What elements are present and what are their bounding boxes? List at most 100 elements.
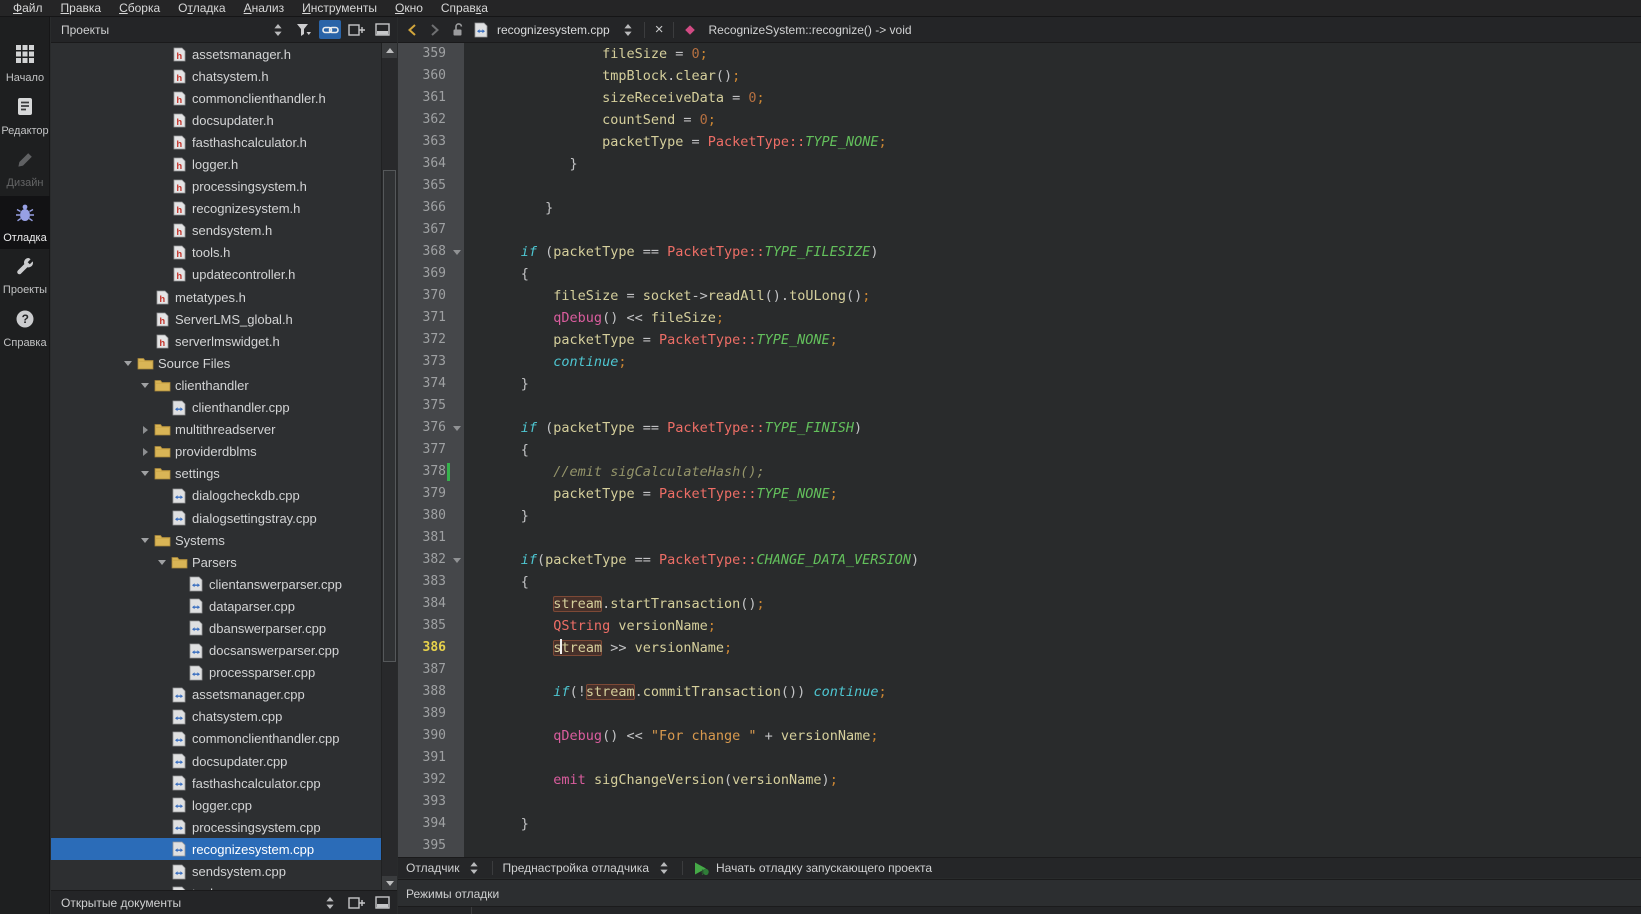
code-line[interactable]: 383{	[398, 571, 1641, 593]
code-line[interactable]: 382if(packetType == PacketType::CHANGE_D…	[398, 549, 1641, 571]
tree-item[interactable]: commonclienthandler.cpp	[51, 728, 382, 750]
code-line[interactable]: 384stream.startTransaction();	[398, 593, 1641, 615]
menu-item[interactable]: Инструменты	[293, 1, 386, 15]
menu-item[interactable]: Окно	[386, 1, 432, 15]
mode-item-wrench[interactable]: Проекты	[0, 249, 50, 302]
expand-down-icon[interactable]	[137, 383, 153, 388]
code-line[interactable]: 375	[398, 395, 1641, 417]
mode-item-help[interactable]: ?Справка	[0, 302, 50, 355]
code-line[interactable]: 392emit sigChangeVersion(versionName);	[398, 769, 1641, 791]
code-line[interactable]: 361sizeReceiveData = 0;	[398, 87, 1641, 109]
tree-item[interactable]: hlogger.h	[51, 153, 382, 175]
tree-item[interactable]: settings	[51, 463, 382, 485]
code-line[interactable]: 390qDebug() << "For change " + versionNa…	[398, 725, 1641, 747]
code-line[interactable]: 376if (packetType == PacketType::TYPE_FI…	[398, 417, 1641, 439]
tree-item[interactable]: fasthashcalculator.cpp	[51, 772, 382, 794]
tree-item[interactable]: hchatsystem.h	[51, 65, 382, 87]
tree-item[interactable]: dbanswerparser.cpp	[51, 617, 382, 639]
filter-icon[interactable]	[293, 20, 315, 39]
code-line[interactable]: 378//emit sigCalculateHash();	[398, 461, 1641, 483]
menu-item[interactable]: Справка	[432, 1, 497, 15]
tree-item[interactable]: chatsystem.cpp	[51, 706, 382, 728]
code-line[interactable]: 369{	[398, 263, 1641, 285]
tree-item[interactable]: hfasthashcalculator.h	[51, 131, 382, 153]
tree-item[interactable]: hServerLMS_global.h	[51, 308, 382, 330]
forward-icon[interactable]	[426, 21, 444, 39]
tree-item[interactable]: Systems	[51, 529, 382, 551]
code-line[interactable]: 381	[398, 527, 1641, 549]
scroll-down-icon[interactable]	[382, 876, 397, 891]
mode-item-pencil[interactable]: Дизайн	[0, 143, 50, 196]
collapse-icon[interactable]	[371, 893, 393, 912]
code-line[interactable]: 362countSend = 0;	[398, 109, 1641, 131]
menu-item[interactable]: Файл	[4, 1, 52, 15]
debugger-selector[interactable]: Отладчик	[406, 861, 459, 875]
tree-item[interactable]: htools.h	[51, 242, 382, 264]
code-line[interactable]: 374}	[398, 373, 1641, 395]
tree-item[interactable]: processparser.cpp	[51, 662, 382, 684]
tree-item[interactable]: dialogsettingstray.cpp	[51, 507, 382, 529]
tree-item[interactable]: hsendsystem.h	[51, 220, 382, 242]
tree-item[interactable]: sendsystem.cpp	[51, 860, 382, 882]
mode-item-grid[interactable]: Начало	[0, 37, 50, 90]
code-line[interactable]: 359fileSize = 0;	[398, 43, 1641, 65]
expand-down-icon[interactable]	[137, 538, 153, 543]
mode-item-bug[interactable]: Отладка	[0, 196, 50, 249]
tree-item[interactable]: clientanswerparser.cpp	[51, 573, 382, 595]
expand-down-icon[interactable]	[120, 361, 136, 366]
tree-item[interactable]: dataparser.cpp	[51, 595, 382, 617]
expand-right-icon[interactable]	[137, 448, 153, 456]
sort-icon[interactable]	[655, 859, 673, 877]
symbol-selector[interactable]: RecognizeSystem::recognize() -> void	[708, 23, 911, 37]
code-line[interactable]: 371qDebug() << fileSize;	[398, 307, 1641, 329]
code-line[interactable]: 380}	[398, 505, 1641, 527]
code-line[interactable]: 387	[398, 659, 1641, 681]
code-line[interactable]: 370fileSize = socket->readAll().toULong(…	[398, 285, 1641, 307]
tree-item[interactable]: hprocessingsystem.h	[51, 176, 382, 198]
tree-item[interactable]: hrecognizesystem.h	[51, 198, 382, 220]
code-line[interactable]: 372packetType = PacketType::TYPE_NONE;	[398, 329, 1641, 351]
tree-item[interactable]: dialogcheckdb.cpp	[51, 485, 382, 507]
code-line[interactable]: 386stream >> versionName;	[398, 637, 1641, 659]
tree-item[interactable]: hcommonclienthandler.h	[51, 87, 382, 109]
code-line[interactable]: 368if (packetType == PacketType::TYPE_FI…	[398, 241, 1641, 263]
code-line[interactable]: 385QString versionName;	[398, 615, 1641, 637]
tree-scrollbar[interactable]	[381, 43, 397, 891]
code-line[interactable]: 389	[398, 703, 1641, 725]
tree-item[interactable]: logger.cpp	[51, 794, 382, 816]
menu-item[interactable]: Правка	[52, 1, 111, 15]
link-icon[interactable]	[319, 20, 341, 39]
tree-item[interactable]: hserverlmswidget.h	[51, 330, 382, 352]
expand-down-icon[interactable]	[154, 560, 170, 565]
code-line[interactable]: 394}	[398, 813, 1641, 835]
code-line[interactable]: 373continue;	[398, 351, 1641, 373]
code-editor[interactable]: 359fileSize = 0;360tmpBlock.clear();361s…	[398, 43, 1641, 857]
split-add-icon[interactable]	[345, 893, 367, 912]
tree-item[interactable]: Source Files	[51, 352, 382, 374]
start-debug-button[interactable]: Начать отладку запускающего проекта	[716, 861, 932, 875]
code-line[interactable]: 366}	[398, 197, 1641, 219]
tree-item[interactable]: hassetsmanager.h	[51, 43, 382, 65]
tree-item[interactable]: clienthandler	[51, 374, 382, 396]
tree-item[interactable]: recognizesystem.cpp	[51, 838, 382, 860]
tree-item[interactable]: hupdatecontroller.h	[51, 264, 382, 286]
code-line[interactable]: 365	[398, 175, 1641, 197]
start-debug-icon[interactable]	[692, 859, 710, 877]
lock-icon[interactable]	[449, 21, 467, 39]
scrollbar-thumb[interactable]	[383, 170, 396, 662]
menu-item[interactable]: Анализ	[235, 1, 294, 15]
tree-item[interactable]: assetsmanager.cpp	[51, 684, 382, 706]
sort-icon[interactable]	[319, 893, 341, 912]
expand-down-icon[interactable]	[137, 471, 153, 476]
code-line[interactable]: 377{	[398, 439, 1641, 461]
back-icon[interactable]	[403, 21, 421, 39]
tree-item[interactable]: hdocsupdater.h	[51, 109, 382, 131]
code-line[interactable]: 379packetType = PacketType::TYPE_NONE;	[398, 483, 1641, 505]
code-line[interactable]: 393	[398, 791, 1641, 813]
sort-icon[interactable]	[267, 20, 289, 39]
tree-item[interactable]: hmetatypes.h	[51, 286, 382, 308]
close-document-icon[interactable]: ×	[652, 22, 667, 37]
tree-item[interactable]: multithreadserver	[51, 419, 382, 441]
code-line[interactable]: 363packetType = PacketType::TYPE_NONE;	[398, 131, 1641, 153]
expand-right-icon[interactable]	[137, 426, 153, 434]
